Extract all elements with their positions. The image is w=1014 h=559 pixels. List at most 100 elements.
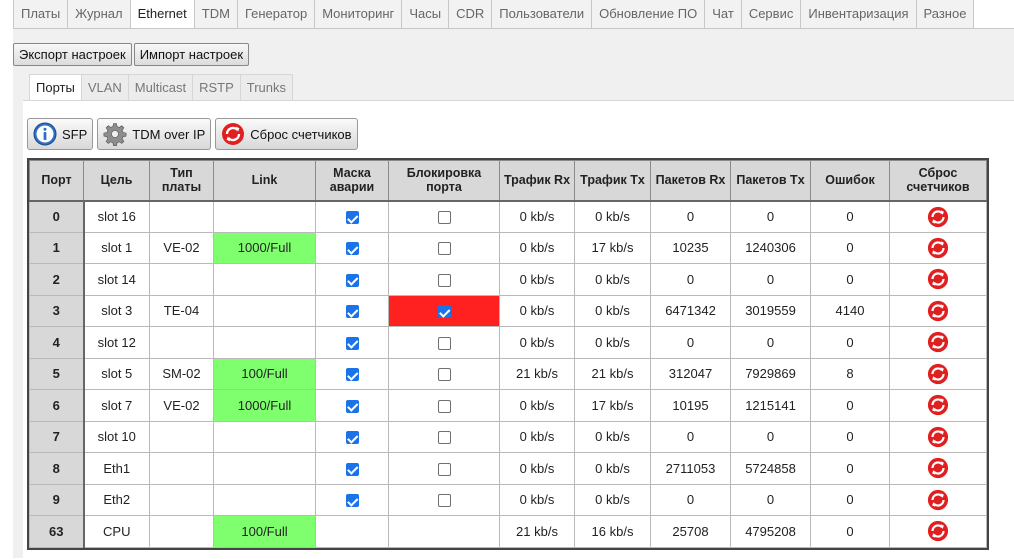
reset-counters-button[interactable]: Сброс счетчиков — [215, 118, 358, 150]
alarm-mask-cell — [315, 231, 389, 264]
port-block-checkbox[interactable] — [437, 336, 451, 350]
alarm-mask-checkbox[interactable] — [345, 336, 359, 350]
nav-tab-платы[interactable]: Платы — [14, 0, 69, 29]
nav-tab-cdr[interactable]: CDR — [449, 0, 493, 29]
packets-rx-cell: 25708 — [650, 515, 731, 548]
nav-tab-ethernet[interactable]: Ethernet — [130, 0, 195, 29]
packets-rx-cell: 312047 — [650, 357, 731, 390]
packets-tx-cell: 0 — [730, 420, 811, 453]
subtab-trunks[interactable]: Trunks — [240, 74, 294, 101]
nav-tab-пользователи[interactable]: Пользователи — [492, 0, 593, 29]
packets-tx-cell: 3019559 — [730, 294, 811, 327]
traffic-tx-cell: 0 kb/s — [574, 294, 651, 327]
nav-tab-чат[interactable]: Чат — [705, 0, 742, 29]
port-block-checkbox[interactable] — [437, 399, 451, 413]
port-block-checkbox[interactable] — [437, 305, 451, 319]
reset-counters-icon[interactable] — [927, 206, 949, 228]
tdm-over-ip-button[interactable]: TDM over IP — [97, 118, 212, 150]
port-number: 6 — [29, 389, 85, 422]
alarm-mask-checkbox[interactable] — [345, 273, 359, 287]
alarm-mask-checkbox[interactable] — [345, 462, 359, 476]
port-block-cell — [388, 483, 500, 516]
packets-rx-cell: 0 — [650, 200, 731, 233]
nav-tab-мониторинг[interactable]: Мониторинг — [315, 0, 403, 29]
reset-counters-icon[interactable] — [927, 300, 949, 322]
reset-counters-icon[interactable] — [927, 489, 949, 511]
port-block-checkbox[interactable] — [437, 368, 451, 382]
reset-cell — [889, 294, 987, 327]
subtab-vlan[interactable]: VLAN — [81, 74, 129, 101]
reset-counters-icon[interactable] — [927, 520, 949, 542]
port-block-checkbox[interactable] — [437, 494, 451, 508]
board-type-cell: VE-02 — [149, 389, 214, 422]
import-settings-button[interactable]: Импорт настроек — [133, 43, 250, 66]
traffic-tx-cell: 17 kb/s — [574, 389, 651, 422]
alarm-mask-checkbox[interactable] — [345, 494, 359, 508]
alarm-mask-checkbox[interactable] — [345, 211, 359, 225]
link-status-cell — [213, 294, 316, 327]
nav-tab-инвентаризация[interactable]: Инвентаризация — [801, 0, 917, 29]
board-type-cell — [149, 200, 214, 233]
nav-tab-разное[interactable]: Разное — [916, 0, 975, 29]
sfp-button[interactable]: SFP — [27, 118, 94, 150]
nav-tab-журнал[interactable]: Журнал — [68, 0, 131, 29]
nav-tab-генератор[interactable]: Генератор — [237, 0, 316, 29]
subtab-multicast[interactable]: Multicast — [128, 74, 194, 101]
reset-counters-icon[interactable] — [927, 394, 949, 416]
port-block-checkbox[interactable] — [437, 273, 451, 287]
errors-cell: 4140 — [810, 294, 890, 327]
traffic-tx-cell: 0 kb/s — [574, 483, 651, 516]
port-block-cell — [388, 389, 500, 422]
reset-counters-icon[interactable] — [927, 268, 949, 290]
reset-counters-icon[interactable] — [927, 363, 949, 385]
errors-cell: 0 — [810, 483, 890, 516]
port-block-checkbox[interactable] — [437, 431, 451, 445]
target-cell: slot 5 — [83, 357, 150, 390]
link-status-cell: 1000/Full — [213, 389, 316, 422]
traffic-tx-cell: 0 kb/s — [574, 452, 651, 485]
alarm-mask-checkbox[interactable] — [345, 431, 359, 445]
errors-cell: 0 — [810, 389, 890, 422]
port-block-checkbox[interactable] — [437, 242, 451, 256]
nav-tab-сервис[interactable]: Сервис — [741, 0, 802, 29]
port-block-checkbox[interactable] — [437, 211, 451, 225]
errors-cell: 8 — [810, 357, 890, 390]
alarm-mask-checkbox[interactable] — [345, 399, 359, 413]
export-settings-button[interactable]: Экспорт настроек — [13, 43, 132, 66]
alarm-mask-cell — [315, 483, 389, 516]
reset-counters-icon[interactable] — [927, 457, 949, 479]
reset-counters-icon[interactable] — [927, 426, 949, 448]
subtab-rstp[interactable]: RSTP — [193, 74, 241, 101]
subtab-порты[interactable]: Порты — [29, 74, 82, 101]
alarm-mask-checkbox[interactable] — [345, 368, 359, 382]
alarm-mask-cell — [315, 452, 389, 485]
link-status-cell — [213, 452, 316, 485]
traffic-tx-cell: 21 kb/s — [574, 357, 651, 390]
settings-buttons: Экспорт настроек Импорт настроек — [13, 43, 250, 66]
table-row: 6 slot 7 VE-02 1000/Full 0 kb/s 17 kb/s 10195 1… — [29, 389, 987, 422]
col-traffic-rx: Трафик Rx — [499, 160, 575, 202]
alarm-mask-checkbox[interactable] — [345, 305, 359, 319]
nav-tab-tdm[interactable]: TDM — [194, 0, 238, 29]
ports-content: SFP TDM over IP Сброс счетчиков Порт Цел… — [23, 100, 1014, 559]
traffic-rx-cell: 0 kb/s — [499, 231, 575, 264]
nav-tab-обновление-по[interactable]: Обновление ПО — [592, 0, 706, 29]
reset-cell — [889, 483, 987, 516]
port-number: 8 — [29, 452, 85, 485]
reset-counters-icon[interactable] — [927, 237, 949, 259]
link-status-cell — [213, 200, 316, 233]
col-alarm-mask: Маска аварии — [315, 160, 389, 202]
target-cell: slot 14 — [83, 263, 150, 296]
nav-tab-часы[interactable]: Часы — [402, 0, 450, 29]
errors-cell: 0 — [810, 420, 890, 453]
traffic-tx-cell: 0 kb/s — [574, 326, 651, 359]
refresh-icon — [222, 123, 245, 145]
packets-rx-cell: 2711053 — [650, 452, 731, 485]
link-status-cell: 100/Full — [213, 357, 316, 390]
alarm-mask-checkbox[interactable] — [345, 242, 359, 256]
port-number: 0 — [29, 200, 85, 233]
reset-counters-icon[interactable] — [927, 331, 949, 353]
packets-tx-cell: 7929869 — [730, 357, 811, 390]
port-block-checkbox[interactable] — [437, 462, 451, 476]
col-link: Link — [213, 160, 316, 202]
